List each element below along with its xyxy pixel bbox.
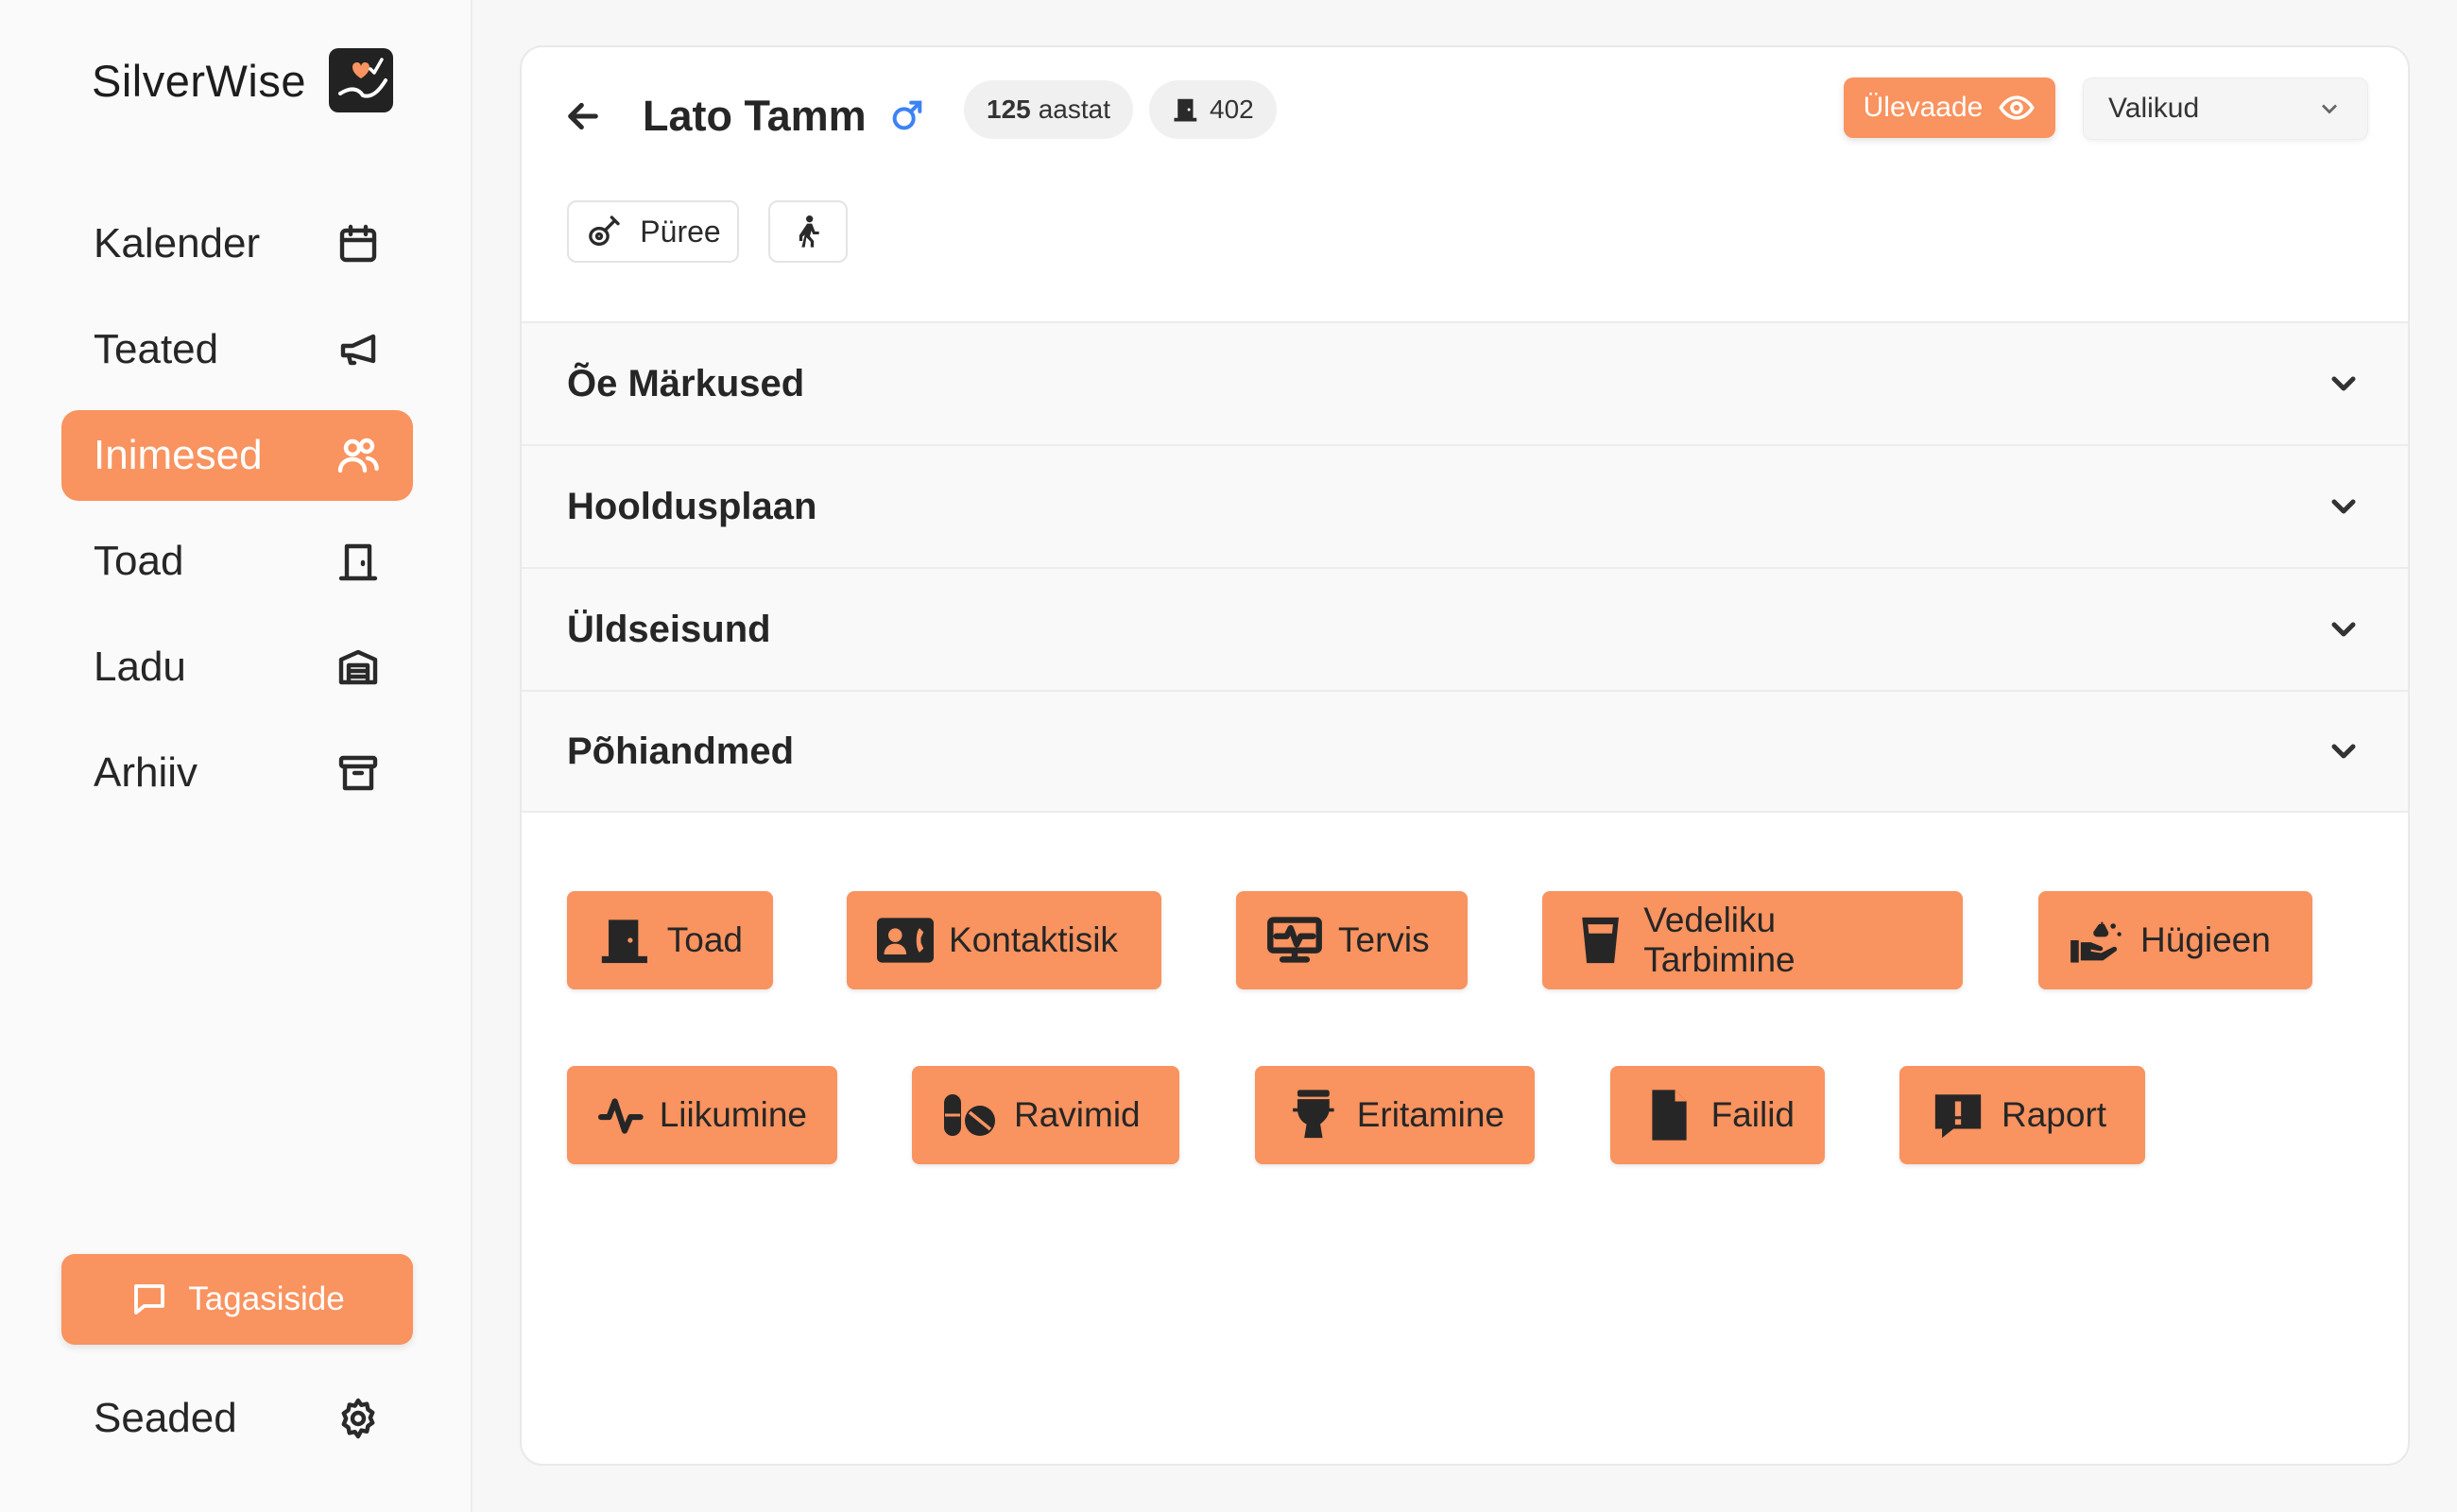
chevron-down-icon	[2331, 622, 2356, 637]
action-eritamine-button[interactable]: Eritamine	[1255, 1066, 1535, 1164]
report-alert-icon	[1934, 1094, 1982, 1139]
action-vedeliku-button[interactable]: Vedeliku Tarbimine	[1542, 891, 1963, 989]
person-card: Lato Tamm 125 aastat 402 Ülevaade Valiku…	[520, 45, 2410, 1466]
pills-icon	[944, 1094, 995, 1136]
sidebar-item-teated[interactable]: Teated	[61, 304, 413, 395]
diet-label: Püree	[640, 214, 721, 249]
walking-person-icon	[799, 215, 819, 248]
age-value: 125	[987, 94, 1031, 124]
age-badge: 125 aastat	[964, 80, 1133, 139]
accordion-title: Üldseisund	[567, 608, 771, 650]
settings-label: Seaded	[94, 1395, 237, 1441]
person-header: Lato Tamm 125 aastat 402 Ülevaade Valiku…	[522, 47, 2408, 321]
chevron-down-icon	[2331, 376, 2356, 391]
file-icon	[1652, 1090, 1687, 1141]
action-label: Ravimid	[1014, 1095, 1141, 1134]
feedback-label: Tagasiside	[188, 1280, 345, 1317]
door-icon	[1174, 98, 1197, 122]
pulse-icon	[598, 1098, 644, 1134]
sidebar-item-ladu[interactable]: Ladu	[61, 622, 413, 713]
sidebar-item-inimesed[interactable]: Inimesed	[61, 410, 413, 501]
sidebar-item-kalender[interactable]: Kalender	[61, 198, 413, 289]
action-raport-button[interactable]: Raport	[1899, 1066, 2145, 1164]
door-icon	[338, 543, 378, 581]
megaphone-icon	[340, 334, 376, 366]
sidebar-item-seaded[interactable]: Seaded	[61, 1373, 413, 1464]
accordion-care-plan[interactable]: Hooldusplaan	[522, 444, 2408, 567]
chat-bubble-icon	[134, 1284, 165, 1314]
action-label: Liikumine	[659, 1095, 807, 1134]
action-label: Tervis	[1338, 920, 1430, 959]
options-label: Valikud	[2108, 93, 2200, 124]
back-button[interactable]	[564, 93, 611, 140]
action-label: Failid	[1710, 1095, 1795, 1134]
action-label: Kontaktisik	[949, 920, 1118, 959]
calendar-icon	[339, 224, 377, 263]
glass-icon	[1582, 917, 1619, 964]
male-icon	[892, 100, 922, 130]
sidebar-item-label: Kalender	[94, 220, 261, 266]
users-icon	[337, 438, 379, 473]
app-name: SilverWise	[92, 55, 306, 106]
contact-card-icon	[877, 918, 934, 963]
hand-wash-icon	[2070, 918, 2122, 963]
sidebar-item-label: Arhiiv	[94, 749, 198, 796]
sidebar-item-label: Toad	[94, 538, 184, 584]
chevron-down-icon	[2322, 104, 2337, 114]
action-label: Vedeliku Tarbimine	[1643, 901, 1796, 979]
warehouse-icon	[338, 649, 378, 685]
mobility-tag[interactable]	[768, 200, 848, 263]
sidebar: SilverWise Kalender Teated Inimesed Toad…	[0, 0, 472, 1512]
action-ravimid-button[interactable]: Ravimid	[912, 1066, 1179, 1164]
accordion-basic-data[interactable]: Põhiandmed	[522, 690, 2408, 813]
action-label: Eritamine	[1356, 1095, 1504, 1134]
arrow-left-icon	[568, 102, 598, 130]
toilet-icon	[1293, 1090, 1334, 1139]
accordion-title: Hooldusplaan	[567, 485, 817, 527]
sidebar-item-label: Teated	[94, 326, 219, 372]
options-dropdown[interactable]: Valikud	[2083, 77, 2368, 140]
sidebar-item-arhiiv[interactable]: Arhiiv	[61, 728, 413, 818]
archive-icon	[338, 755, 378, 791]
accordion-title: Põhiandmed	[567, 730, 795, 772]
door-icon	[601, 919, 647, 964]
accordion-nurse-notes[interactable]: Õe Märkused	[522, 321, 2408, 444]
feedback-button[interactable]: Tagasiside	[61, 1254, 413, 1345]
food-icon	[589, 215, 620, 246]
room-badge[interactable]: 402	[1149, 80, 1277, 139]
action-label: Hügieen	[2140, 920, 2271, 959]
overview-button[interactable]: Ülevaade	[1844, 77, 2055, 138]
main-nav: Kalender Teated Inimesed Toad Ladu Arhii…	[61, 198, 413, 833]
action-liikumine-button[interactable]: Liikumine	[567, 1066, 837, 1164]
diet-tag[interactable]: Püree	[567, 200, 739, 263]
accordion: Õe Märkused Hooldusplaan Üldseisund Põhi…	[522, 321, 2408, 813]
accordion-general-condition[interactable]: Üldseisund	[522, 567, 2408, 690]
person-name: Lato Tamm	[643, 92, 867, 140]
health-monitor-icon	[1267, 917, 1322, 963]
brand[interactable]: SilverWise	[92, 43, 395, 118]
chevron-down-icon	[2331, 499, 2356, 514]
chevron-down-icon	[2331, 744, 2356, 759]
overview-label: Ülevaade	[1863, 92, 1984, 123]
accordion-title: Õe Märkused	[567, 362, 805, 404]
action-tervis-button[interactable]: Tervis	[1236, 891, 1468, 989]
action-failid-button[interactable]: Failid	[1610, 1066, 1825, 1164]
eye-icon	[1999, 95, 2036, 120]
action-toad-button[interactable]: Toad	[567, 891, 773, 989]
heart-check-hand-icon	[328, 48, 393, 112]
gear-icon	[341, 1398, 375, 1439]
action-label: Toad	[666, 920, 743, 959]
action-hygieen-button[interactable]: Hügieen	[2038, 891, 2312, 989]
age-unit: aastat	[1038, 94, 1110, 124]
sidebar-item-toad[interactable]: Toad	[61, 516, 413, 607]
sidebar-item-label: Ladu	[94, 644, 186, 690]
action-kontaktisik-button[interactable]: Kontaktisik	[847, 891, 1161, 989]
action-label: Raport	[2002, 1095, 2107, 1134]
sidebar-item-label: Inimesed	[94, 432, 263, 478]
room-number: 402	[1210, 94, 1254, 124]
